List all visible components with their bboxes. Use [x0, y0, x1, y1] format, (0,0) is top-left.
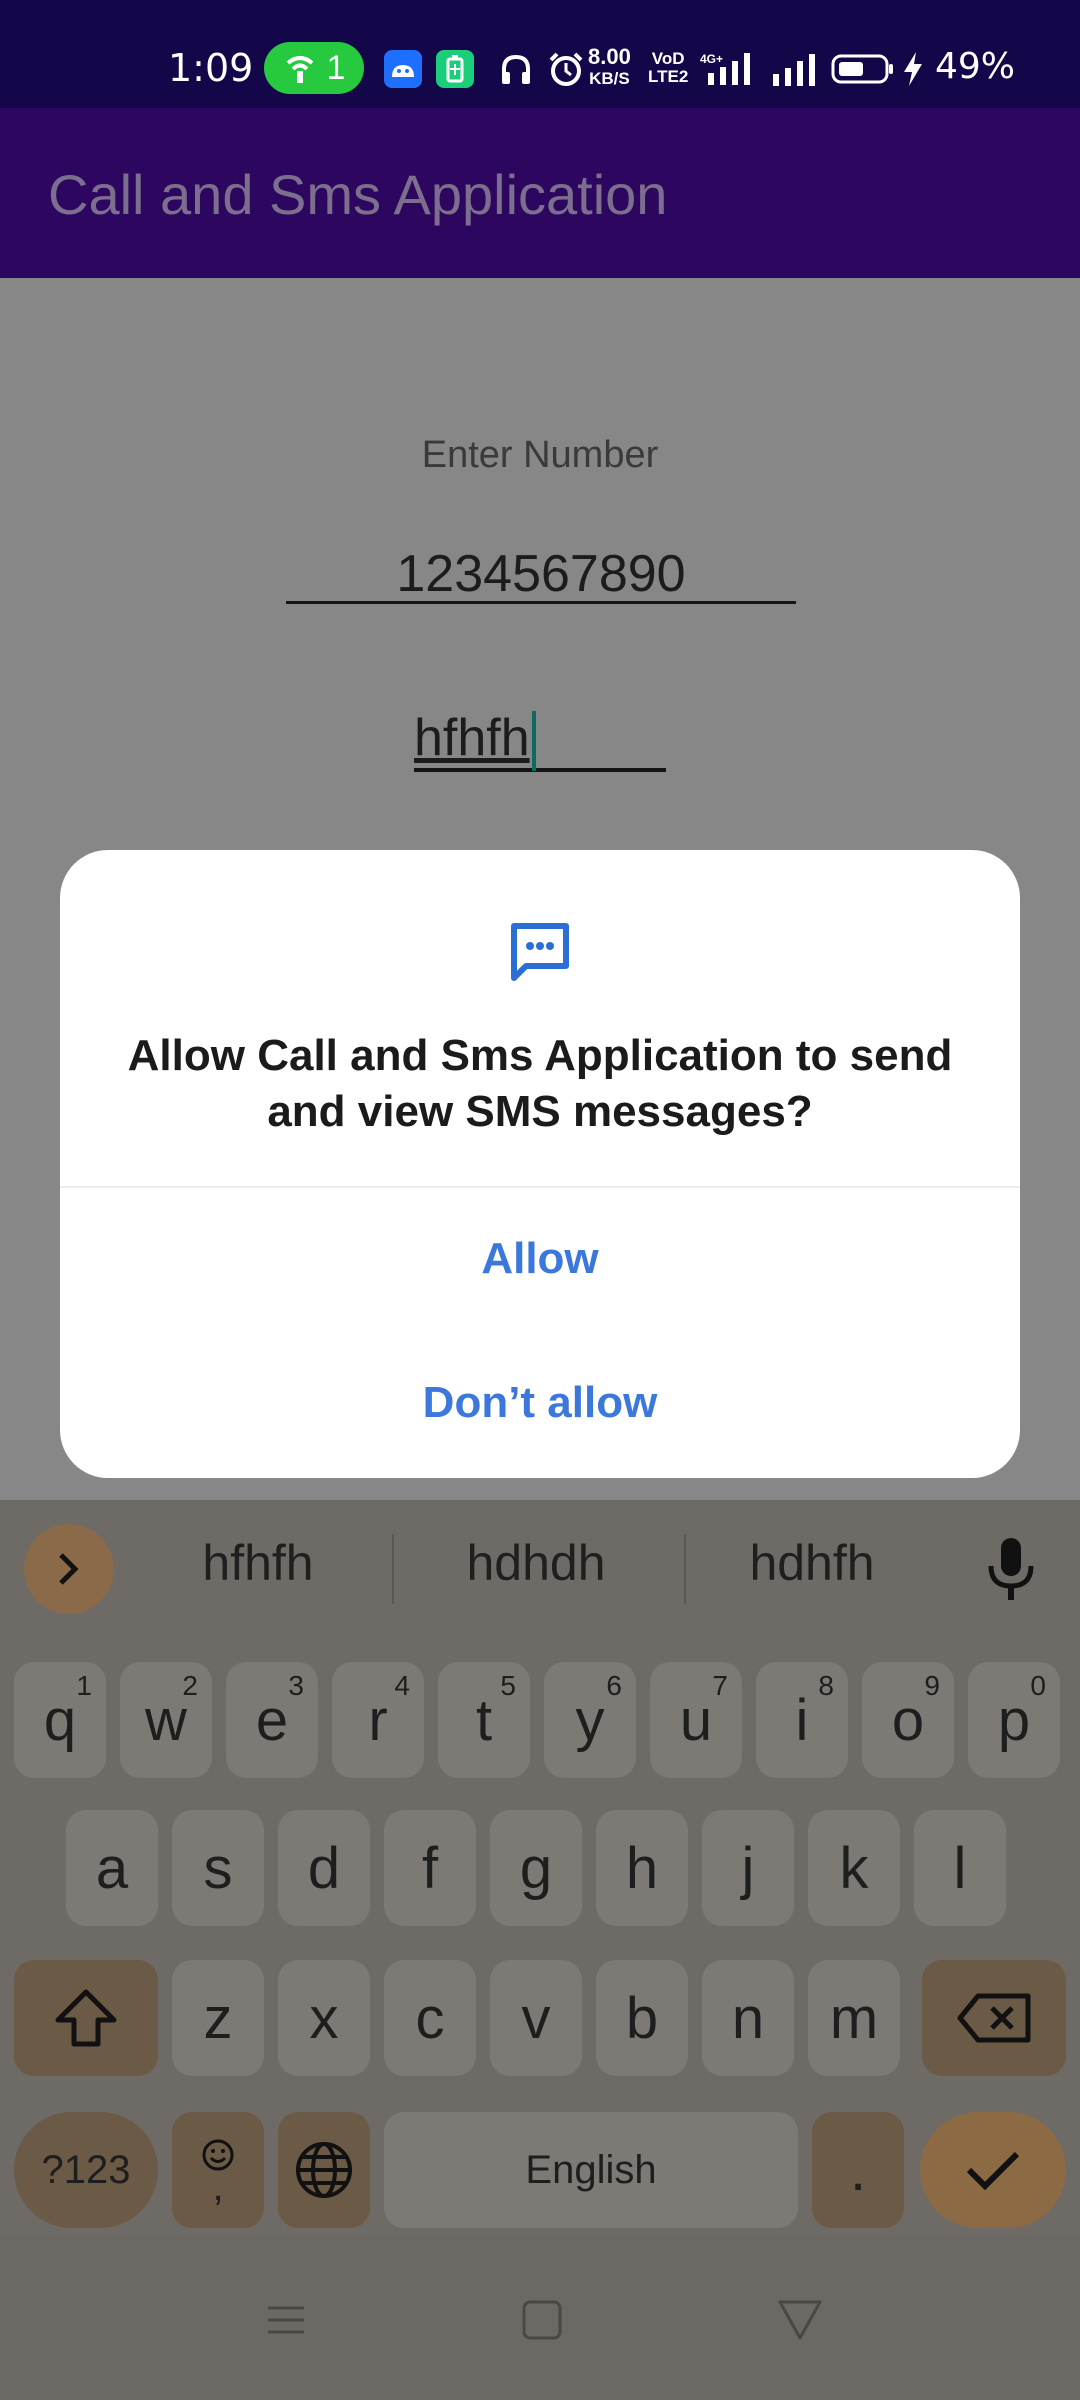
shift-icon	[55, 1989, 117, 2047]
status-time: 1:09	[168, 46, 254, 90]
space-key[interactable]: English	[384, 2112, 798, 2228]
globe-icon	[296, 2142, 352, 2198]
checkmark-icon	[966, 2151, 1020, 2191]
key-d[interactable]: d	[278, 1810, 370, 1926]
charging-icon	[898, 50, 928, 88]
alarm-icon	[546, 50, 586, 88]
mic-icon[interactable]	[986, 1536, 1036, 1602]
language-key[interactable]	[278, 2112, 370, 2228]
text-cursor	[531, 711, 536, 772]
key-o[interactable]: o9	[862, 1662, 954, 1778]
expand-toolbar-button[interactable]	[24, 1524, 114, 1614]
svg-text:4G+: 4G+	[700, 52, 723, 66]
app-bar: Call and Sms Application	[0, 108, 1080, 278]
key-x[interactable]: x	[278, 1960, 370, 2076]
navigation-bar	[0, 2236, 1080, 2400]
android-icon	[384, 50, 422, 88]
hotspot-count: 1	[326, 48, 346, 87]
menu-icon[interactable]	[256, 2290, 316, 2350]
allow-button[interactable]: Allow	[60, 1234, 1020, 1284]
key-a[interactable]: a	[66, 1810, 158, 1926]
key-l[interactable]: l	[914, 1810, 1006, 1926]
period-key[interactable]: .	[812, 2112, 904, 2228]
battery-icon	[830, 50, 896, 88]
battery-saver-icon	[436, 50, 474, 88]
key-e[interactable]: e3	[226, 1662, 318, 1778]
hotspot-pill: 1	[264, 42, 364, 94]
key-c[interactable]: c	[384, 1960, 476, 2076]
key-s[interactable]: s	[172, 1810, 264, 1926]
key-y[interactable]: y6	[544, 1662, 636, 1778]
home-icon[interactable]	[512, 2290, 572, 2350]
key-z[interactable]: z	[172, 1960, 264, 2076]
backspace-key[interactable]	[922, 1960, 1066, 2076]
shift-key[interactable]	[14, 1960, 158, 2076]
suggestion-bar: hfhfh hdhdh hdhfh	[0, 1500, 1080, 1636]
message-text: hfhfh	[414, 709, 530, 767]
key-t[interactable]: t5	[438, 1662, 530, 1778]
backspace-icon	[957, 1993, 1031, 2043]
key-u[interactable]: u7	[650, 1662, 742, 1778]
key-h[interactable]: h	[596, 1810, 688, 1926]
key-f[interactable]: f	[384, 1810, 476, 1926]
signal-icon	[772, 50, 818, 88]
message-input[interactable]: hfhfh	[414, 708, 666, 772]
app-title: Call and Sms Application	[48, 163, 668, 226]
key-i[interactable]: i8	[756, 1662, 848, 1778]
key-m[interactable]: m	[808, 1960, 900, 2076]
key-b[interactable]: b	[596, 1960, 688, 2076]
headphones-icon	[496, 50, 536, 88]
number-input[interactable]: 1234567890	[286, 544, 796, 604]
dialog-title: Allow Call and Sms Application to send a…	[127, 1031, 953, 1136]
volte-indicator: VoD LTE2	[648, 49, 689, 86]
dont-allow-button[interactable]: Don’t allow	[60, 1378, 1020, 1428]
symbols-key[interactable]: ?123	[14, 2112, 158, 2228]
key-g[interactable]: g	[490, 1810, 582, 1926]
key-w[interactable]: w2	[120, 1662, 212, 1778]
dialog-divider	[60, 1186, 1020, 1188]
key-k[interactable]: k	[808, 1810, 900, 1926]
key-j[interactable]: j	[702, 1810, 794, 1926]
number-label: Enter Number	[421, 434, 659, 476]
suggestion-3[interactable]: hdhfh	[692, 1534, 932, 1592]
enter-key[interactable]	[920, 2112, 1066, 2228]
network-speed: 8.00 KB/S	[588, 44, 631, 89]
suggestion-divider	[684, 1534, 686, 1604]
key-r[interactable]: r4	[332, 1662, 424, 1778]
sms-icon	[511, 923, 569, 981]
chevron-right-icon	[59, 1553, 79, 1585]
back-icon[interactable]	[770, 2290, 830, 2350]
key-p[interactable]: p0	[968, 1662, 1060, 1778]
key-q[interactable]: q1	[14, 1662, 106, 1778]
status-bar: 1:09 1 8.00 KB/S VoD LTE2 4G+ 49%	[0, 0, 1080, 108]
suggestion-1[interactable]: hfhfh	[138, 1534, 378, 1592]
permission-dialog: Allow Call and Sms Application to send a…	[60, 850, 1020, 1478]
keyboard: hfhfh hdhdh hdhfh q1 w2 e3 r4 t5 y6 u7 i…	[0, 1500, 1080, 2236]
suggestion-divider	[392, 1534, 394, 1604]
emoji-comma-key[interactable]: ,	[172, 2112, 264, 2228]
key-n[interactable]: n	[702, 1960, 794, 2076]
battery-percent: 49%	[935, 46, 1016, 87]
hotspot-icon	[286, 56, 313, 83]
suggestion-2[interactable]: hdhdh	[416, 1534, 656, 1592]
signal-4g-icon: 4G+	[698, 50, 762, 88]
key-v[interactable]: v	[490, 1960, 582, 2076]
